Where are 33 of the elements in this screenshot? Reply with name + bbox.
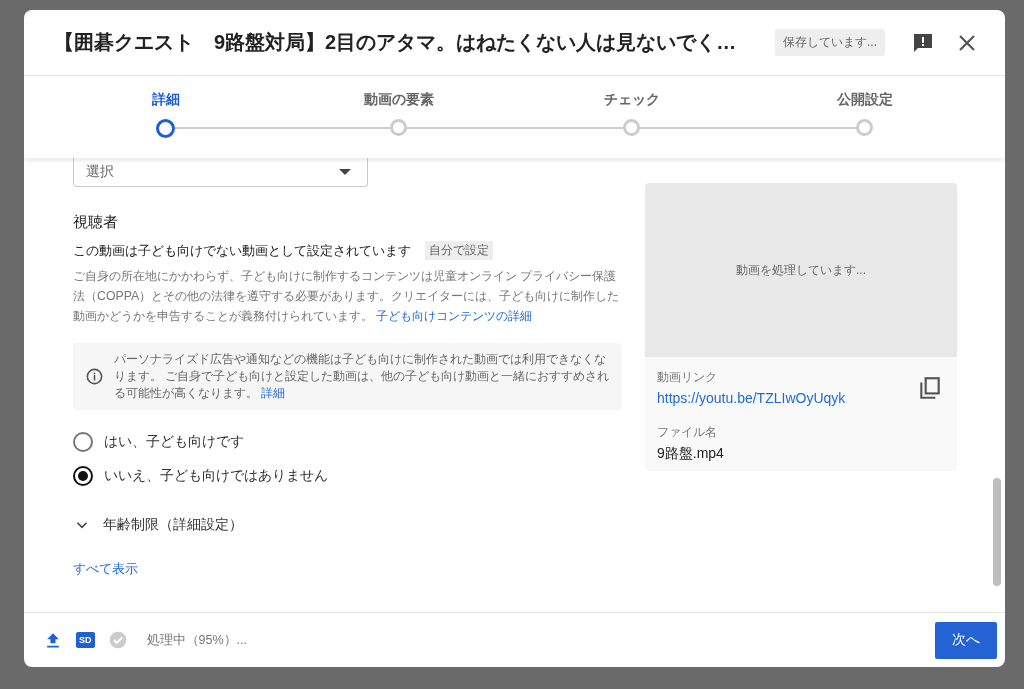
step-tab[interactable]: 詳細	[49, 76, 282, 158]
audience-status: この動画は子ども向けでない動画として設定されています	[73, 241, 411, 260]
show-all-link[interactable]: すべて表示	[73, 560, 138, 578]
radio-option[interactable]: いいえ、子ども向けではありません	[73, 466, 622, 486]
step-tab[interactable]: 公開設定	[748, 76, 981, 158]
section-heading: 視聴者	[73, 213, 119, 232]
file-name-label: ファイル名	[657, 424, 718, 441]
notice-text: パーソナライズド広告や通知などの機能は子ども向けに制作された動画では利用できなくなります。 ご自身で子ども向けと設定した動画は、他の子ども向け動画と一緒におすすめされる可能性が高くなります。 詳細	[114, 352, 610, 402]
processing-message: 動画を処理しています...	[736, 261, 866, 279]
processing-status: 処理中（95%）...	[146, 631, 248, 649]
file-name: 9路盤.mp4	[657, 445, 725, 463]
radio-icon[interactable]	[73, 466, 93, 486]
sd-badge: SD	[76, 632, 95, 648]
radio-icon[interactable]	[73, 432, 93, 452]
step-tab[interactable]: 動画の要素	[282, 76, 515, 158]
details-link[interactable]: 詳細	[261, 387, 286, 399]
age-restriction-toggle[interactable]: 年齢制限（詳細設定）	[73, 516, 622, 534]
description-text: ご自身の所在地にかかわらず、子ども向けに制作するコンテンツは児童オンライン プライバシー保護法（COPPA）とその他の法律を遵守する必要があります。クリエイターには、子ども向けに制作した動画かどうかを申告することが義務付けられています。 子ども向けコンテンツの詳細	[73, 268, 621, 325]
details-link[interactable]: 子ども向けコンテンツの詳細	[376, 309, 533, 323]
copy-icon[interactable]	[917, 375, 943, 401]
link-label: 動画リンク	[657, 369, 718, 386]
step-tab[interactable]: チェック	[515, 76, 748, 158]
dialog-title: 【囲碁クエスト 9路盤対局】2目のアタマ。はねたくない人は見ないでく…	[54, 30, 738, 55]
check-circle-icon	[107, 630, 128, 650]
dropdown-caret-icon	[339, 169, 351, 175]
radio-option[interactable]: はい、子ども向けです	[73, 432, 622, 452]
save-status: 保存しています...	[775, 29, 885, 56]
next-button[interactable]: 次へ	[935, 621, 997, 659]
video-link[interactable]: https://youtu.be/TZLIwOyUqyk	[657, 390, 846, 406]
status-tag: 自分で設定	[425, 241, 493, 260]
select-field[interactable]: 選択	[73, 158, 368, 187]
info-icon	[85, 367, 104, 386]
scrollbar-thumb[interactable]	[993, 478, 1001, 586]
